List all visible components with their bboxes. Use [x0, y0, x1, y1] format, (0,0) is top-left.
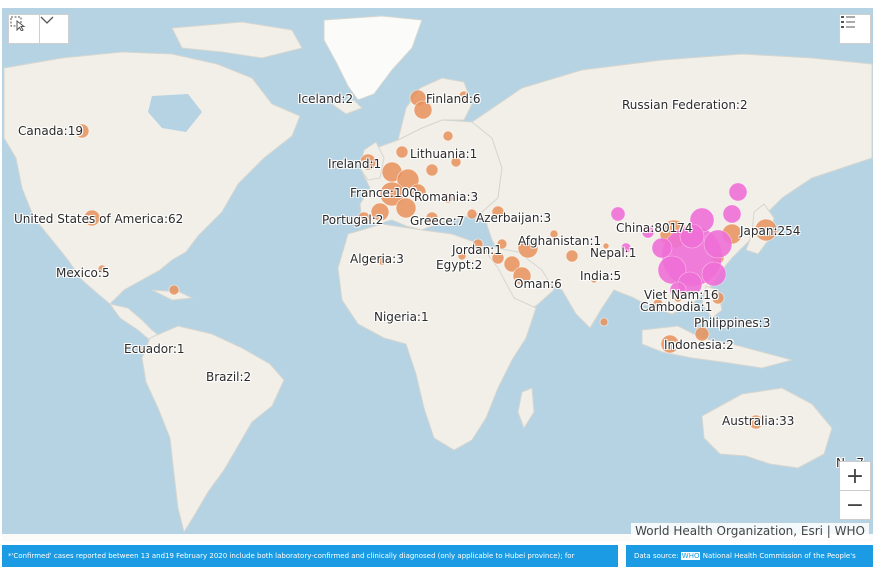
- label-ecuador: Ecuador:1: [124, 342, 185, 356]
- label-finland: Finland:6: [426, 92, 481, 106]
- label-france: France:100: [350, 186, 417, 200]
- basemap: [2, 15, 873, 541]
- label-philippines: Philippines:3: [694, 316, 771, 330]
- zoom-out-button[interactable]: −: [839, 490, 871, 520]
- marker-china-3: [703, 229, 733, 259]
- label-nigeria: Nigeria:1: [374, 310, 429, 324]
- map-attribution: World Health Organization, Esri | WHO: [631, 523, 869, 539]
- north-america-landmass: [3, 51, 301, 305]
- legend-button[interactable]: [839, 14, 871, 44]
- label-japan: Japan:254: [740, 224, 801, 238]
- label-oman: Oman:6: [514, 277, 562, 291]
- footer-source-prefix: Data source:: [634, 552, 679, 560]
- footer-source-rest: National Health Commission of the People…: [702, 552, 856, 560]
- marker-china-8: [728, 182, 748, 202]
- marker-china-7: [722, 204, 742, 224]
- marker-pakistan: [565, 249, 579, 263]
- footer-source-bar: Data source: WHO National Health Commiss…: [626, 545, 873, 567]
- zoom-in-button[interactable]: +: [839, 461, 871, 491]
- label-lithuania: Lithuania:1: [410, 147, 478, 161]
- marker-china-4: [701, 261, 727, 287]
- world-map[interactable]: Iceland:2 Finland:6 Russian Federation:2…: [2, 8, 873, 541]
- label-indonesia: Indonesia:2: [664, 338, 734, 352]
- footer-note-text: *'Confirmed' cases reported between 13 a…: [8, 552, 575, 560]
- select-tool-button[interactable]: [8, 14, 40, 44]
- label-iceland: Iceland:2: [298, 92, 354, 106]
- label-usa: United States of America:62: [14, 212, 184, 226]
- label-romania: Romania:3: [414, 190, 479, 204]
- marker-china-10: [610, 206, 626, 222]
- footer-note-bar: *'Confirmed' cases reported between 13 a…: [2, 545, 618, 567]
- label-mexico: Mexico:5: [56, 266, 110, 280]
- marker-china-6: [651, 237, 673, 259]
- label-russia: Russian Federation:2: [622, 98, 748, 112]
- marker-europe-1: [395, 145, 409, 159]
- label-china: China:80174: [616, 221, 693, 235]
- australia-landmass: [701, 387, 833, 469]
- label-australia: Australia:33: [722, 414, 795, 428]
- label-ireland: Ireland:1: [328, 157, 382, 171]
- label-portugal: Portugal:2: [322, 213, 384, 227]
- label-afghanistan: Afghanistan:1: [518, 234, 602, 248]
- marker-poland: [425, 163, 439, 177]
- select-options-dropdown[interactable]: [39, 14, 69, 44]
- label-canada: Canada:19: [18, 124, 83, 138]
- label-cambodia: Cambodia:1: [640, 300, 713, 314]
- south-america-landmass: [141, 325, 285, 534]
- label-jordan: Jordan:1: [452, 243, 502, 257]
- madagascar-island: [517, 387, 535, 430]
- label-azerbaijan: Azerbaijan:3: [476, 211, 552, 225]
- arctic-islands: [171, 21, 303, 59]
- marker-srilanka: [599, 317, 609, 327]
- marker-lithuania: [442, 130, 454, 142]
- footer-source-who-link[interactable]: WHO: [680, 552, 701, 560]
- label-india: India:5: [580, 269, 622, 283]
- label-algeria: Algeria:3: [350, 252, 404, 266]
- label-greece: Greece:7: [410, 214, 465, 228]
- label-egypt: Egypt:2: [436, 258, 483, 272]
- greenland-landmass: [323, 15, 423, 101]
- label-brazil: Brazil:2: [206, 370, 252, 384]
- marker-caribbean: [168, 284, 180, 296]
- label-nepal: Nepal:1: [590, 246, 637, 260]
